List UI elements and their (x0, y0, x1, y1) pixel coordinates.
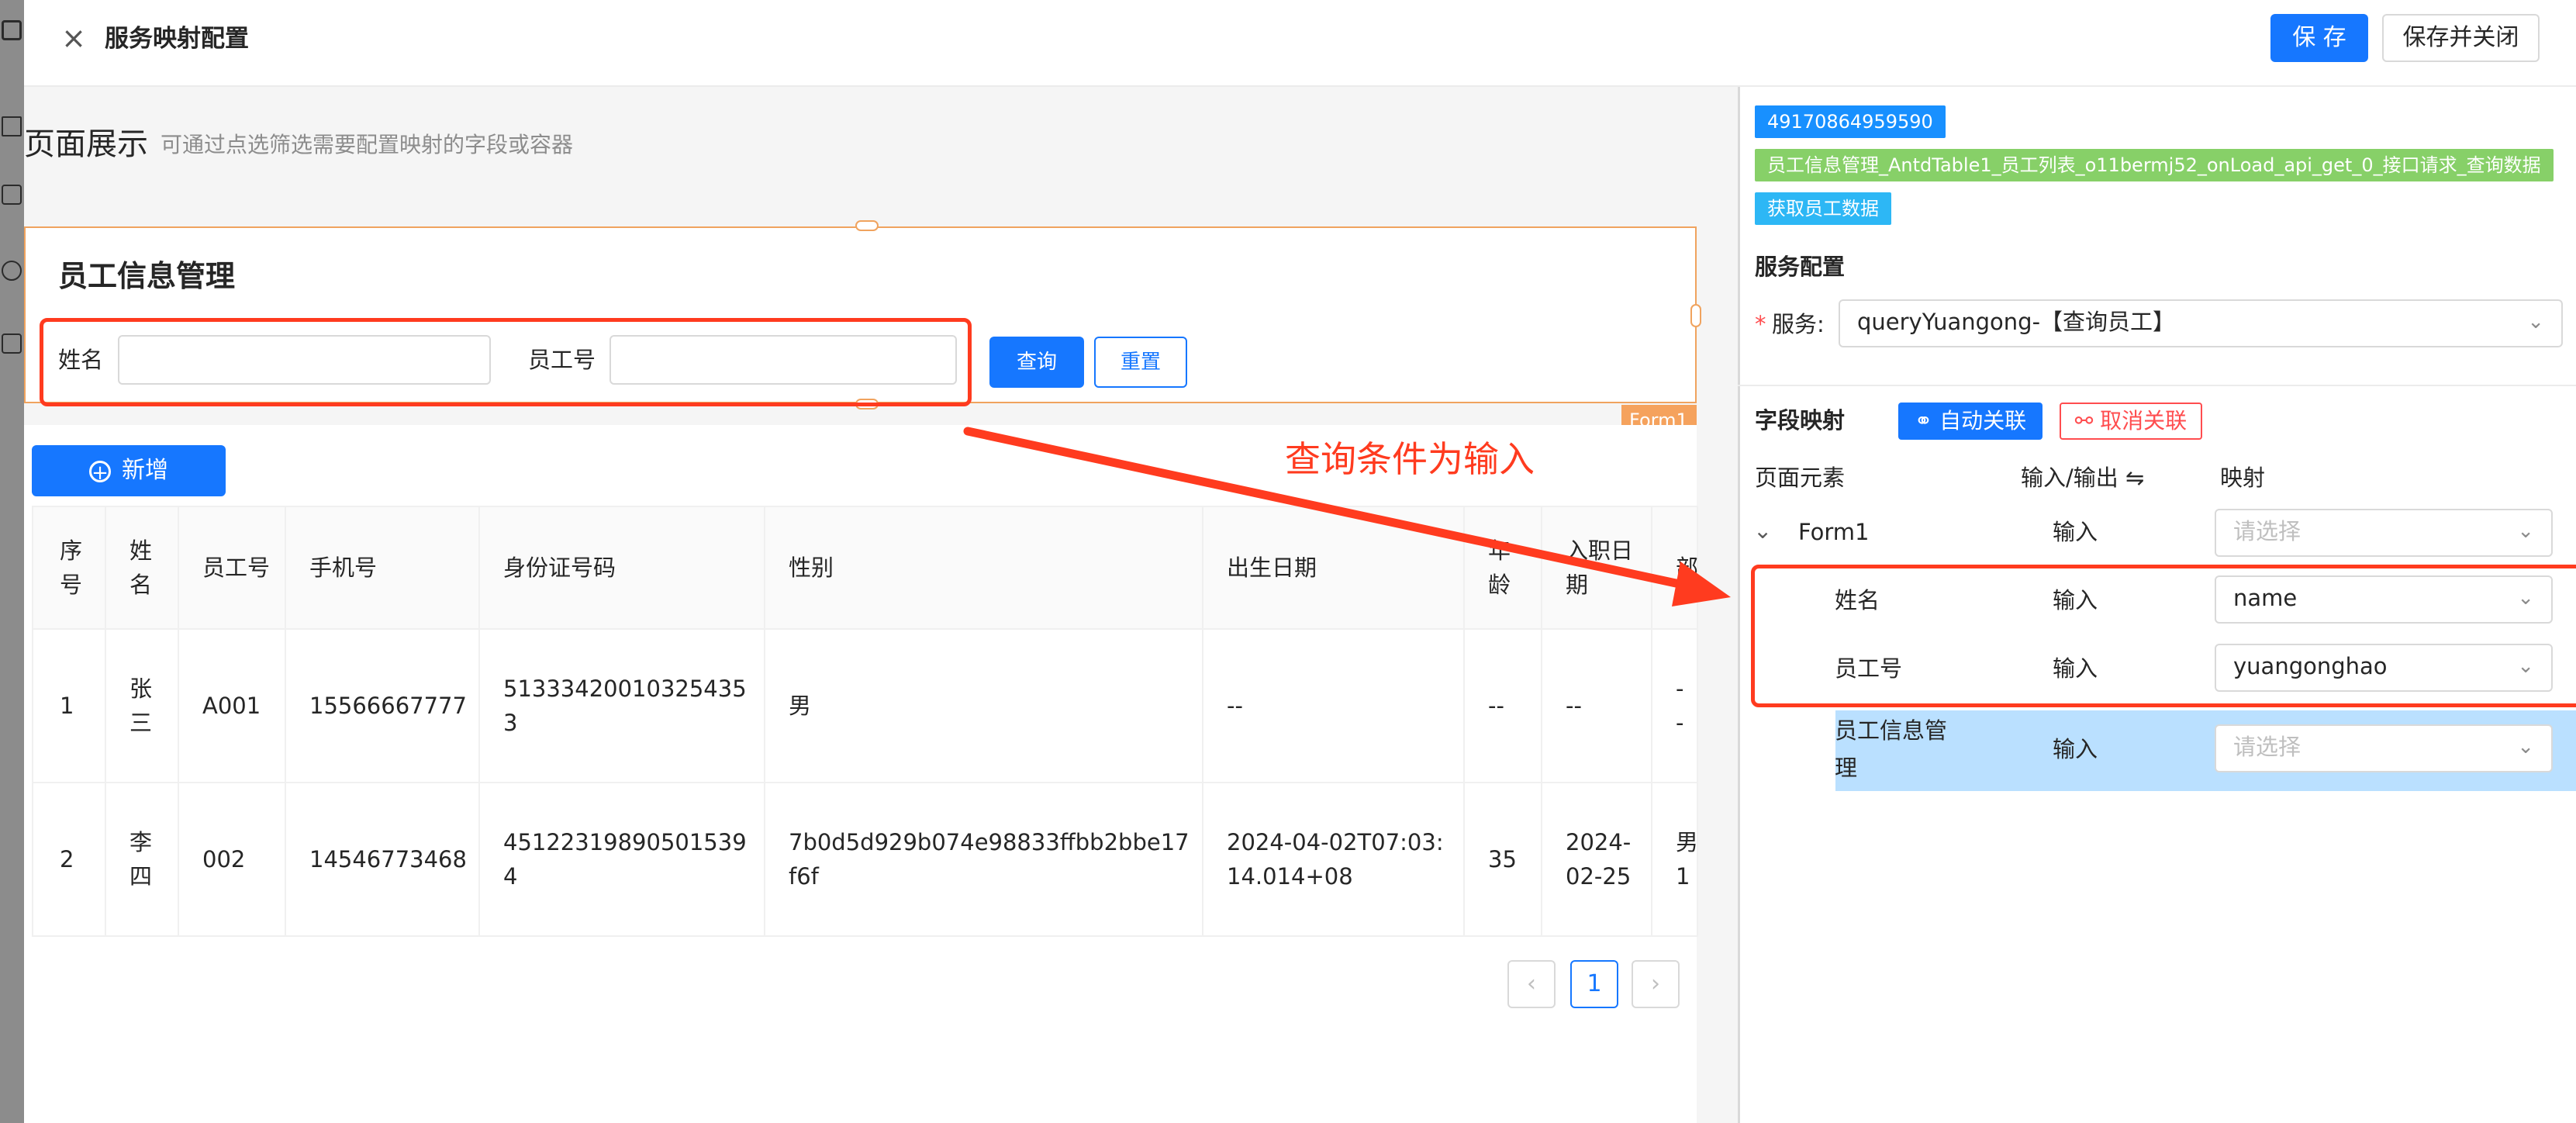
save-and-close-button[interactable]: 保存并关闭 (2382, 14, 2540, 62)
table-header-row: 序号 姓名 员工号 手机号 身份证号码 性别 出生日期 年龄 入职日期 部 (32, 506, 1698, 630)
save-button[interactable]: 保 存 (2270, 14, 2368, 62)
auto-link-button[interactable]: ⚭ 自动关联 (1898, 403, 2042, 440)
mapping-select-employee-management[interactable]: 请选择 ⌄ (2215, 724, 2553, 772)
tree-node-employee-management[interactable]: 员工信息管理 (1835, 712, 1951, 786)
field-mapping-title: 字段映射 (1755, 407, 1846, 434)
table-row[interactable]: 1 张三 A001 15566667777 513334200103254353… (32, 628, 1698, 783)
pagination-next-button[interactable]: › (1632, 960, 1680, 1008)
table-cell: 513334200103254353 (478, 628, 765, 783)
column-header[interactable]: 姓名 (105, 506, 179, 630)
column-page-element: 页面元素 (1755, 465, 1846, 491)
pagination-page-1[interactable]: 1 (1570, 960, 1618, 1008)
column-header[interactable]: 序号 (32, 506, 106, 630)
form-title: 员工信息管理 (58, 259, 236, 293)
tree-io-employee-management: 输入 (2053, 736, 2098, 762)
resize-handle-top[interactable] (855, 220, 879, 231)
required-mark: * (1755, 311, 1766, 337)
page-preview-heading: 页面展示 (24, 126, 148, 162)
service-select-value: queryYuangong-【查询员工】 (1857, 309, 2176, 335)
table-cell: 14546773468 (285, 782, 480, 937)
app-logo-icon (2, 20, 22, 40)
mapping-select-form1[interactable]: 请选择 ⌄ (2215, 509, 2553, 557)
tree-node-form1[interactable]: Form1 (1798, 517, 1870, 548)
chevron-down-icon: ⌄ (2517, 735, 2534, 758)
table-cell: A001 (178, 628, 286, 783)
table-cell: 451223198905015394 (478, 782, 765, 937)
chevron-down-icon: ⌄ (2517, 520, 2534, 543)
tree-io-form1: 输入 (2053, 519, 2098, 545)
chevron-down-icon: ⌄ (2527, 310, 2544, 333)
column-mapping: 映射 (2220, 465, 2266, 491)
annotation-text: 查询条件为输入 (1285, 438, 1535, 480)
table-cell: -- (1541, 628, 1652, 783)
service-select[interactable]: queryYuangong-【查询员工】 ⌄ (1839, 299, 2563, 347)
background-app-strip (0, 0, 24, 1123)
auto-link-label: 自动关联 (1939, 408, 2027, 434)
column-header[interactable]: 出生日期 (1202, 506, 1465, 630)
table-cell: 1 (32, 628, 106, 783)
drawer-header: × 服务映射配置 保 存 保存并关闭 (24, 0, 2576, 87)
table-cell: 2024-04-02T07:03:14.014+08 (1202, 782, 1465, 937)
page-icon (2, 185, 22, 205)
employee-table: 序号 姓名 员工号 手机号 身份证号码 性别 出生日期 年龄 入职日期 部 1 … (32, 506, 1698, 937)
service-config-title: 服务配置 (1755, 254, 1846, 280)
table-cell: 2 (32, 782, 106, 937)
table-cell: 002 (178, 782, 286, 937)
table-cell: 35 (1463, 782, 1542, 937)
cancel-link-button[interactable]: ⚯ 取消关联 (2060, 403, 2202, 440)
table-row[interactable]: 2 李四 002 14546773468 451223198905015394 … (32, 782, 1698, 937)
table-cell: 2024-02-25 (1541, 782, 1652, 937)
column-header[interactable]: 身份证号码 (478, 506, 765, 630)
table-cell: 男 (764, 628, 1203, 783)
table-cell: 李四 (105, 782, 179, 937)
column-header[interactable]: 员工号 (178, 506, 286, 630)
home-icon (2, 116, 22, 136)
reset-button[interactable]: 重置 (1094, 337, 1187, 388)
annotation-box-query-fields (40, 318, 972, 406)
api-name-tag: 员工信息管理_AntdTable1_员工列表_o11bermj52_onLoad… (1755, 149, 2554, 181)
pagination-prev-button[interactable]: ‹ (1507, 960, 1556, 1008)
column-header[interactable]: 部 (1651, 506, 1698, 630)
table-cell: -- (1463, 628, 1542, 783)
table-cell: -- (1651, 628, 1698, 783)
column-header[interactable]: 手机号 (285, 506, 480, 630)
column-header[interactable]: 入职日期 (1541, 506, 1652, 630)
query-button[interactable]: 查询 (989, 337, 1084, 388)
divider (1738, 385, 2576, 386)
interface-id-tag: 49170864959590 (1755, 105, 1946, 138)
table-cell: 男1 (1651, 782, 1698, 937)
service-mapping-drawer: × 服务映射配置 保 存 保存并关闭 页面展示 可通过点选筛选需要配置映射的字段… (24, 0, 2576, 1123)
close-icon[interactable]: × (58, 20, 89, 56)
data-icon (2, 333, 22, 354)
plus-circle-icon: + (89, 460, 111, 483)
add-button[interactable]: + 新增 (32, 445, 226, 496)
link-icon: ⚭ (1914, 408, 1940, 434)
user-icon (2, 261, 22, 281)
page-preview-hint: 可通过点选筛选需要配置映射的字段或容器 (161, 132, 574, 157)
resize-handle-right[interactable] (1690, 304, 1701, 327)
cancel-link-label: 取消关联 (2100, 408, 2188, 434)
column-header[interactable]: 性别 (764, 506, 1203, 630)
expand-chevron-icon[interactable]: ⌄ (1753, 515, 1772, 546)
table-cell: 7b0d5d929b074e98833ffbb2bbe17f6f (764, 782, 1203, 937)
disconnect-icon: ⚯ (2074, 408, 2101, 434)
column-header[interactable]: 年龄 (1463, 506, 1542, 630)
drawer-title: 服务映射配置 (105, 25, 249, 53)
table-cell: 张三 (105, 628, 179, 783)
table-cell: -- (1202, 628, 1465, 783)
api-desc-tag: 获取员工数据 (1755, 192, 1891, 225)
column-io: 输入/输出 ⇋ (2021, 465, 2145, 491)
select-placeholder: 请选择 (2233, 518, 2301, 544)
table-cell: 15566667777 (285, 628, 480, 783)
service-label: 服务: (1772, 311, 1825, 337)
add-button-label: 新增 (122, 457, 168, 484)
annotation-box-mapped-fields (1751, 565, 2576, 707)
select-placeholder: 请选择 (2233, 734, 2301, 760)
